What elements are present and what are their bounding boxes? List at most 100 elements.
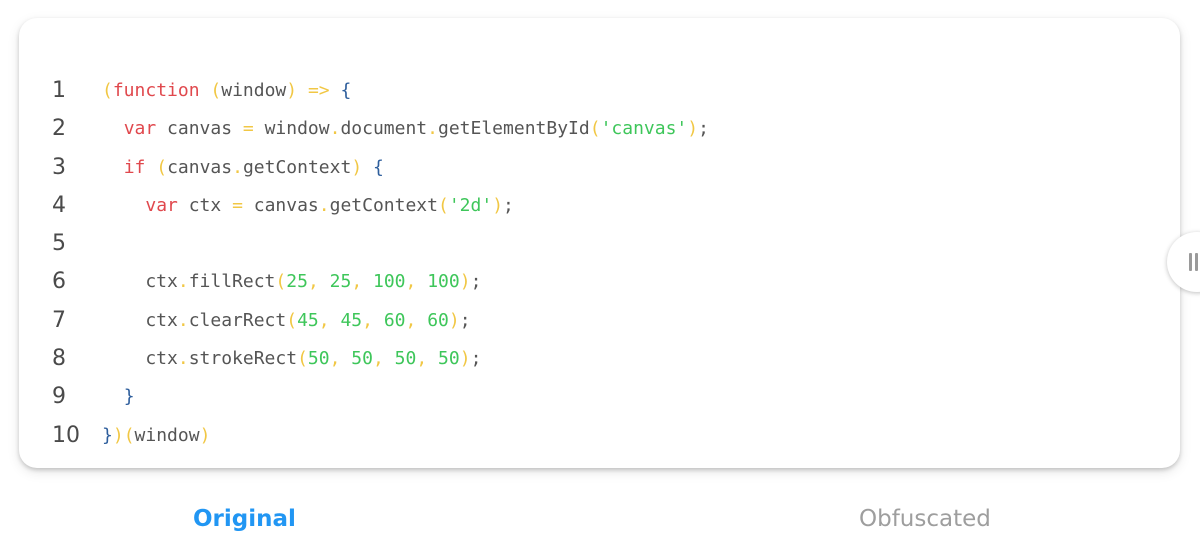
code-token: 'canvas': [600, 118, 688, 140]
code-token: ;: [459, 309, 471, 331]
code-line: 8 ctx.strokeRect(50, 50, 50, 50);: [19, 340, 1180, 378]
code-token: getContext: [329, 194, 438, 216]
tab-obfuscated[interactable]: Obfuscated: [859, 504, 991, 534]
code-line: 2 var canvas = window.document.getElemen…: [19, 110, 1180, 148]
code-token: var: [145, 194, 178, 216]
code-token: (: [123, 424, 135, 446]
code-token: 60: [383, 309, 406, 331]
code-text: (function (window) => {: [102, 72, 351, 110]
code-token: ,: [307, 271, 330, 293]
pause-bars-icon: [1189, 253, 1199, 271]
code-token: (: [102, 80, 113, 101]
code-token: 60: [427, 309, 449, 331]
code-token: .: [232, 156, 243, 178]
code-text: var canvas = window.document.getElementB…: [102, 110, 709, 148]
tab-original[interactable]: Original: [193, 504, 296, 534]
code-token: =>: [307, 80, 330, 101]
code-token: 45: [297, 309, 319, 331]
code-token: .: [177, 271, 189, 293]
code-token: {: [340, 80, 352, 101]
code-token: ): [687, 118, 699, 140]
code-token: '2d': [448, 194, 493, 216]
code-token: getElementById: [438, 118, 590, 140]
code-token: ctx: [102, 309, 178, 331]
code-text: ctx.fillRect(25, 25, 100, 100);: [102, 263, 481, 301]
code-text: }: [102, 378, 135, 416]
line-number: 5: [52, 231, 66, 257]
line-number: 4: [52, 192, 66, 218]
code-token: strokeRect: [188, 348, 298, 370]
code-token: fillRect: [188, 271, 276, 293]
code-token: function: [112, 80, 200, 101]
line-number: 6: [52, 269, 66, 295]
code-token: 100: [427, 271, 460, 293]
code-token: .: [177, 348, 189, 370]
code-token: ;: [698, 118, 709, 140]
code-token: window: [134, 424, 200, 446]
code-token: ): [286, 80, 298, 101]
line-number: 3: [52, 154, 66, 180]
code-token: ;: [470, 348, 482, 370]
code-token: 50: [351, 348, 373, 370]
code-line: 9 }: [19, 378, 1180, 416]
code-token: .: [427, 118, 438, 140]
code-line: 4 var ctx = canvas.getContext('2d');: [19, 187, 1180, 225]
code-token: 50: [307, 348, 330, 370]
line-number: 9: [52, 384, 66, 410]
code-token: (: [589, 118, 601, 140]
code-token: ): [459, 271, 471, 293]
code-token: ): [448, 309, 460, 331]
code-token: ,: [372, 348, 395, 370]
code-token: (: [275, 271, 287, 293]
line-number: 8: [52, 346, 66, 372]
code-token: ,: [405, 271, 428, 293]
code-token: }: [102, 424, 113, 446]
code-token: .: [177, 309, 189, 331]
code-token: ): [492, 194, 504, 216]
code-line: 6 ctx.fillRect(25, 25, 100, 100);: [19, 263, 1180, 301]
code-line: 5: [19, 225, 1180, 263]
code-text: if (canvas.getContext) {: [102, 149, 384, 187]
code-token: document: [340, 118, 428, 140]
code-token: ): [199, 424, 211, 446]
code-token: ,: [351, 271, 373, 293]
code-token: ctx: [102, 348, 178, 370]
code-token: }: [123, 386, 135, 408]
code-token: window: [253, 118, 330, 140]
code-token: 25: [329, 271, 352, 293]
code-token: =: [232, 194, 243, 216]
code-token: ;: [470, 271, 482, 293]
code-token: ;: [503, 194, 514, 216]
code-token: window: [221, 80, 287, 101]
code-token: (: [156, 156, 168, 178]
line-number: 7: [52, 307, 66, 333]
code-token: .: [329, 118, 341, 140]
code-line: 1 (function (window) => {: [19, 72, 1180, 110]
code-text: })(window): [102, 417, 210, 455]
code-token: (: [210, 80, 222, 101]
code-token: ,: [416, 348, 439, 370]
code-text: ctx.strokeRect(50, 50, 50, 50);: [102, 340, 481, 378]
code-token: {: [373, 156, 384, 178]
code-text: var ctx = canvas.getContext('2d');: [102, 187, 514, 225]
code-text: ctx.clearRect(45, 45, 60, 60);: [102, 302, 471, 340]
line-number: 1: [52, 78, 66, 103]
line-number: 2: [52, 116, 66, 142]
code-token: canvas: [156, 118, 243, 140]
code-token: clearRect: [188, 309, 287, 331]
code-token: ,: [405, 309, 428, 331]
line-number: 10: [52, 422, 80, 448]
code-token: ctx: [102, 271, 178, 293]
code-token: ,: [318, 309, 341, 331]
code-token: (: [437, 194, 449, 216]
code-card: 1 (function (window) => {2 var canvas = w…: [19, 18, 1200, 468]
code-token: 50: [438, 348, 460, 370]
